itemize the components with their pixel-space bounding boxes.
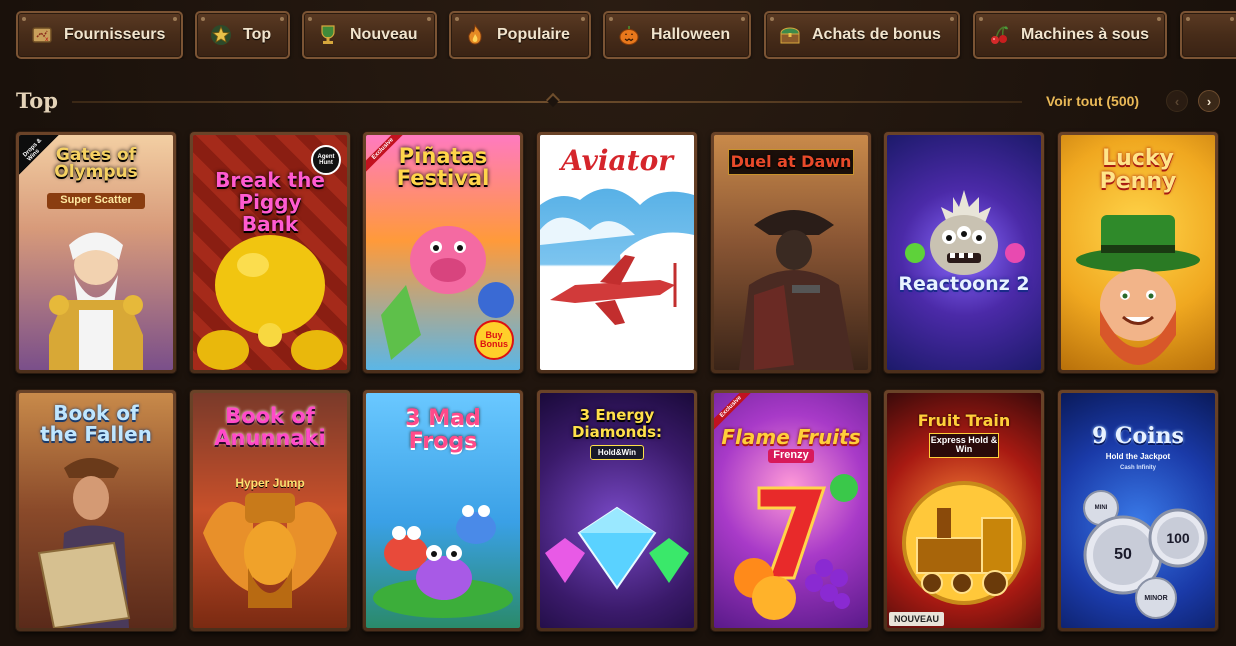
game-title: Duel at Dawn (728, 149, 854, 175)
treasure-chest-icon (778, 23, 802, 47)
game-subtitle: Frenzy (768, 449, 814, 463)
game-extra-label: Cash Infinity (1119, 465, 1156, 471)
category-tab-achats-de-bonus[interactable]: Achats de bonus (764, 11, 960, 59)
game-subtitle: Hold&Win (590, 445, 644, 460)
section-title: Top (16, 88, 58, 113)
category-tab-fournisseurs[interactable]: x Fournisseurs (16, 11, 183, 59)
game-subtitle: Hyper Jump (235, 476, 305, 490)
game-title: 3 Energy Diamonds: (572, 406, 662, 441)
game-thumbnail: 3 Energy Diamonds: Hold&Win (540, 393, 694, 628)
game-subtitle: Super Scatter (47, 193, 145, 209)
game-card-book-of-the-fallen[interactable]: Book of the Fallen (16, 390, 176, 631)
game-thumbnail: Exclusive Piñatas Festival Buy Bonus (366, 135, 520, 370)
game-title: Gates of Olympus (54, 145, 138, 182)
game-card-gates-of-olympus[interactable]: Drops & Wins Gates of Olympus Super Scat… (16, 132, 176, 373)
coin-value-100: 100 (1166, 530, 1190, 546)
casino-lobby: x Fournisseurs Top Nouveau Populaire Hal… (0, 0, 1236, 646)
category-tab-machines-a-sous[interactable]: Machines à sous (973, 11, 1167, 59)
treasure-map-icon: x (30, 23, 54, 47)
game-card-aviator[interactable]: Aviator (537, 132, 697, 373)
game-thumbnail: Book of Anunnaki Hyper Jump (193, 393, 347, 628)
game-thumbnail: Fruit Train Express Hold & Win NOUVEAU (887, 393, 1041, 628)
game-thumbnail: Drops & Wins Gates of Olympus Super Scat… (19, 135, 173, 370)
game-title: 9 Coins (1092, 423, 1184, 449)
coin-label-minor: MINOR (1144, 594, 1168, 602)
section-divider (72, 101, 1022, 103)
category-label: Fournisseurs (64, 26, 166, 43)
game-title: 3 Mad Frogs (405, 406, 481, 455)
coin-value-50: 50 (1114, 546, 1132, 563)
chevron-left-icon: ‹ (1174, 93, 1180, 109)
game-title: Reactoonz 2 (898, 273, 1030, 295)
game-thumbnail: Book of the Fallen (19, 393, 173, 628)
category-tab-nouveau[interactable]: Nouveau (302, 11, 437, 59)
game-card-3-mad-frogs[interactable]: 3 Mad Frogs (363, 390, 523, 631)
buy-bonus-badge: Buy Bonus (474, 320, 514, 360)
category-label: Populaire (497, 26, 570, 43)
game-title: Fruit Train (917, 411, 1011, 430)
category-label: Top (243, 26, 272, 43)
category-label: Nouveau (350, 26, 418, 43)
carousel-next-button[interactable]: › (1198, 90, 1220, 112)
category-label: Machines à sous (1021, 26, 1150, 43)
game-thumbnail: Agent Hunt Break the Piggy Bank (193, 135, 347, 370)
new-badge: NOUVEAU (889, 612, 945, 626)
game-card-3-energy-diamonds[interactable]: 3 Energy Diamonds: Hold&Win (537, 390, 697, 631)
game-title: Lucky Penny (1099, 146, 1177, 195)
game-title: Flame Fruits (721, 425, 861, 449)
game-card-book-of-anunnaki[interactable]: Book of Anunnaki Hyper Jump (190, 390, 350, 631)
game-thumbnail: Lucky Penny (1061, 135, 1215, 370)
category-tab-populaire[interactable]: Populaire (449, 11, 591, 59)
game-thumbnail: Exclusive Flame Fruits Frenzy (714, 393, 868, 628)
cherries-icon (987, 23, 1011, 47)
game-card-break-the-piggy-bank[interactable]: Agent Hunt Break the Piggy Bank (190, 132, 350, 373)
category-tab-top[interactable]: Top (195, 11, 290, 59)
game-subtitle: Express Hold & Win (929, 433, 999, 458)
game-card-reactoonz-2[interactable]: Reactoonz 2 (884, 132, 1044, 373)
see-all-link[interactable]: Voir tout (500) (1046, 93, 1139, 109)
game-subtitle: Hold the Jackpot (1105, 452, 1171, 461)
pumpkin-icon (617, 23, 641, 47)
trophy-icon (316, 23, 340, 47)
game-title: Piñatas Festival (396, 144, 490, 191)
star-icon (209, 23, 233, 47)
game-card-9-coins[interactable]: 9 Coins Hold the Jackpot Cash Infinity 5… (1058, 390, 1218, 631)
game-thumbnail: 3 Mad Frogs (366, 393, 520, 628)
game-thumbnail: Reactoonz 2 (887, 135, 1041, 370)
flame-icon (463, 23, 487, 47)
svg-text:x: x (45, 36, 49, 43)
category-label: Achats de bonus (812, 26, 941, 43)
category-bar: x Fournisseurs Top Nouveau Populaire Hal… (16, 11, 1236, 59)
game-card-flame-fruits-frenzy[interactable]: Exclusive Flame Fruits Frenzy (711, 390, 871, 631)
carousel-prev-button[interactable]: ‹ (1166, 90, 1188, 112)
category-tab-partial[interactable] (1180, 11, 1236, 59)
game-card-duel-at-dawn[interactable]: Duel at Dawn (711, 132, 871, 373)
game-title: Book of Anunnaki (214, 404, 326, 451)
game-card-fruit-train[interactable]: Fruit Train Express Hold & Win NOUVEAU (884, 390, 1044, 631)
game-title: Book of the Fallen (40, 401, 152, 446)
reactoonz-alien-illustration (905, 190, 1025, 275)
game-title: Aviator (561, 144, 673, 177)
game-thumbnail: 9 Coins Hold the Jackpot Cash Infinity 5… (1061, 393, 1215, 628)
game-card-lucky-penny[interactable]: Lucky Penny (1058, 132, 1218, 373)
coin-label-mini: MINI (1094, 505, 1108, 511)
game-thumbnail: Aviator (540, 135, 694, 370)
category-tab-halloween[interactable]: Halloween (603, 11, 751, 59)
game-thumbnail: Duel at Dawn (714, 135, 868, 370)
game-title: Break the Piggy Bank (215, 168, 325, 236)
category-label: Halloween (651, 26, 731, 43)
game-card-pinatas-festival[interactable]: Exclusive Piñatas Festival Buy Bonus (363, 132, 523, 373)
chevron-right-icon: › (1206, 93, 1212, 109)
